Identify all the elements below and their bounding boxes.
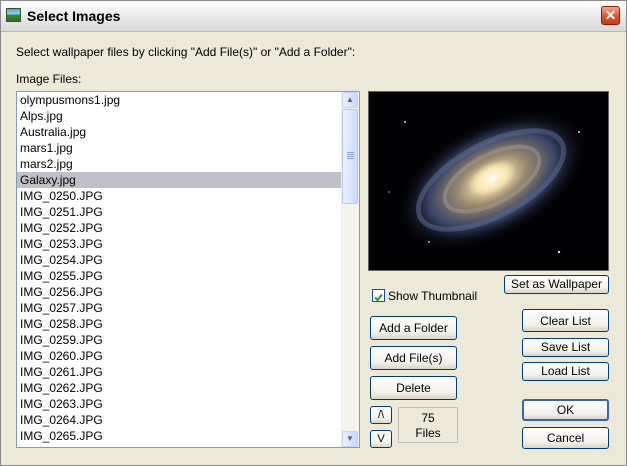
instructions-text: Select wallpaper files by clicking "Add … [16,45,356,59]
thumbnail-preview [368,91,609,271]
add-files-button[interactable]: Add File(s) [370,346,457,370]
landscape-picture-icon [6,8,21,22]
image-file-list[interactable]: olympusmons1.jpg Alps.jpg Australia.jpg mar… [16,91,360,448]
up-arrow-icon: ▲ [346,95,354,104]
grip-line [347,152,354,153]
file-count-display: 75 Files [398,407,458,443]
file-list-item[interactable]: IMG_0264.JPG [17,412,343,428]
show-thumbnail-checkbox[interactable] [372,289,385,302]
file-list-item[interactable]: IMG_0260.JPG [17,348,343,364]
clear-list-button[interactable]: Clear List [522,309,609,332]
file-list-item[interactable]: IMG_0257.JPG [17,300,343,316]
file-list-item[interactable]: IMG_0254.JPG [17,252,343,268]
down-arrow-icon: ▼ [346,434,354,443]
ok-button[interactable]: OK [522,399,609,421]
checkmark-icon [374,293,383,302]
file-count-number: 75 [421,411,435,425]
file-list-item[interactable]: IMG_0263.JPG [17,396,343,412]
file-list-item[interactable]: IMG_0253.JPG [17,236,343,252]
add-folder-button[interactable]: Add a Folder [370,316,457,340]
title-bar[interactable]: Select Images ✕ [1,1,626,32]
cancel-button[interactable]: Cancel [522,427,609,449]
file-list-item[interactable]: mars1.jpg [17,140,343,156]
file-list-item[interactable]: IMG_0262.JPG [17,380,343,396]
close-button[interactable]: ✕ [601,6,620,25]
image-files-label: Image Files: [16,72,82,86]
file-list-item[interactable]: IMG_0255.JPG [17,268,343,284]
scrollbar-thumb[interactable] [342,109,358,204]
save-list-button[interactable]: Save List [522,338,609,357]
select-images-dialog: Select Images ✕ Select wallpaper files b… [0,0,627,466]
show-thumbnail-label: Show Thumbnail [388,289,478,303]
delete-button[interactable]: Delete [370,376,457,400]
file-list-item[interactable]: Australia.jpg [17,124,343,140]
file-list-item[interactable]: Galaxy.jpg [17,172,343,188]
scroll-down-button[interactable]: ▼ [342,431,358,447]
file-count-unit: Files [415,426,441,440]
move-up-button[interactable]: /\ [370,406,392,424]
file-list-item[interactable]: IMG_0266.JPG [17,444,343,447]
file-list-item[interactable]: IMG_0251.JPG [17,204,343,220]
grip-line [347,156,354,157]
grip-line [347,154,354,155]
file-list-item[interactable]: IMG_0256.JPG [17,284,343,300]
vertical-scrollbar[interactable]: ▲ ▼ [341,92,359,447]
window-title: Select Images [27,8,121,24]
file-list-items: olympusmons1.jpg Alps.jpg Australia.jpg mar… [17,92,343,447]
file-list-item[interactable]: IMG_0258.JPG [17,316,343,332]
load-list-button[interactable]: Load List [522,362,609,381]
file-list-item[interactable]: IMG_0259.JPG [17,332,343,348]
file-list-item[interactable]: IMG_0265.JPG [17,428,343,444]
file-list-item[interactable]: mars2.jpg [17,156,343,172]
file-list-item[interactable]: IMG_0252.JPG [17,220,343,236]
file-list-item[interactable]: Alps.jpg [17,108,343,124]
file-list-item[interactable]: olympusmons1.jpg [17,92,343,108]
galaxy-image [369,92,608,270]
file-list-item[interactable]: IMG_0261.JPG [17,364,343,380]
scroll-up-button[interactable]: ▲ [342,92,358,108]
set-as-wallpaper-button[interactable]: Set as Wallpaper [504,275,609,294]
file-list-item[interactable]: IMG_0250.JPG [17,188,343,204]
grip-line [347,158,354,159]
move-down-button[interactable]: V [370,430,392,448]
